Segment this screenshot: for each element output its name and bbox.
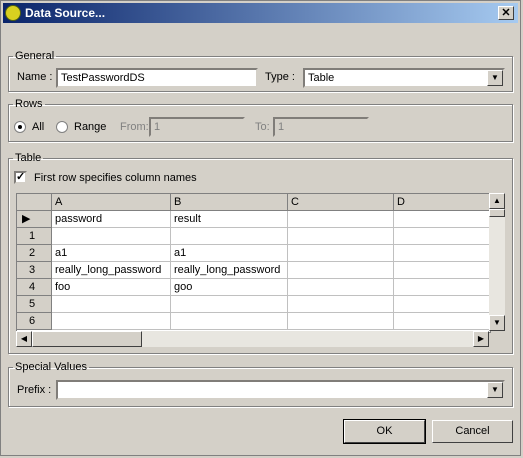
grid-cell[interactable]: a1 [171,245,288,262]
all-radio-label: All [32,121,45,133]
close-icon: ✕ [501,7,511,19]
horizontal-scroll-thumb[interactable] [32,331,142,347]
from-label: From: [120,121,149,133]
grid-cell[interactable] [394,313,490,330]
grid-cell[interactable] [288,228,394,245]
range-radio-label: Range [74,121,107,133]
all-radio[interactable] [14,121,26,133]
name-field[interactable]: TestPasswordDS [56,68,258,88]
grid-cell[interactable]: result [171,211,288,228]
grid-cell[interactable] [394,211,490,228]
scroll-down-icon[interactable]: ▼ [489,315,505,331]
data-source-dialog: Data Source... ✕ General Name : TestPass… [0,0,521,456]
row-header[interactable]: 3 [17,262,52,279]
rows-group: Rows [8,98,513,142]
row-header[interactable]: 5 [17,296,52,313]
cancel-button-label: Cancel [455,425,490,437]
type-label: Type : [265,71,295,83]
window-title: Data Source... [25,6,106,20]
grid-cell[interactable] [288,211,394,228]
grid-cell[interactable] [52,228,171,245]
grid-cell[interactable]: a1 [52,245,171,262]
range-radio[interactable] [56,121,68,133]
table-legend: Table [15,152,42,164]
general-legend: General [15,50,55,62]
grid-cell[interactable]: goo [171,279,288,296]
grid-cell[interactable] [394,228,490,245]
grid-cell[interactable] [171,296,288,313]
grid-cell[interactable] [288,262,394,279]
grid-cell[interactable] [171,228,288,245]
column-header[interactable]: D [394,194,490,211]
app-icon [5,5,21,21]
chevron-down-icon[interactable]: ▼ [487,70,503,86]
grid-cell[interactable]: really_long_password [52,262,171,279]
ok-button-label: OK [376,425,393,437]
grid-cell[interactable] [394,262,490,279]
first-row-label: First row specifies column names [34,172,197,184]
row-header[interactable]: 1 [17,228,52,245]
grid-cell[interactable]: really_long_password [171,262,288,279]
chevron-down-icon[interactable]: ▼ [487,382,503,398]
grid-cell[interactable] [288,245,394,262]
to-field[interactable]: 1 [273,117,369,137]
title-bar[interactable]: Data Source... ✕ [3,3,518,23]
row-header[interactable]: ▶ [17,211,52,228]
grid-cell[interactable] [288,313,394,330]
column-header[interactable]: A [52,194,171,211]
type-select[interactable]: Table ▼ [303,68,505,88]
scroll-up-icon[interactable]: ▲ [489,193,505,209]
type-select-value: Table [308,72,335,84]
grid-corner [17,194,52,211]
row-header[interactable]: 6 [17,313,52,330]
grid-cell[interactable] [52,313,171,330]
name-label: Name : [17,71,53,83]
first-row-checkbox[interactable]: ✓ [14,171,27,184]
from-field[interactable]: 1 [149,117,245,137]
ok-button[interactable]: OK [343,419,426,444]
column-header[interactable]: B [171,194,288,211]
grid-cell[interactable] [288,279,394,296]
horizontal-scrollbar[interactable]: ◀ ▶ [16,331,489,347]
column-header[interactable]: C [288,194,394,211]
grid-cell[interactable] [394,245,490,262]
special-values-legend: Special Values [15,361,87,373]
grid-cell[interactable] [394,296,490,313]
data-grid: A B C D ▶ password result 1 2 a1 a1 3 re… [16,193,491,333]
close-button[interactable]: ✕ [498,6,514,20]
grid-cell[interactable]: foo [52,279,171,296]
grid-cell[interactable] [52,296,171,313]
row-header[interactable]: 4 [17,279,52,296]
rows-legend: Rows [15,98,43,110]
scroll-right-icon[interactable]: ▶ [473,331,489,347]
grid-cell[interactable] [394,279,490,296]
cancel-button[interactable]: Cancel [432,420,513,443]
prefix-label: Prefix : [17,384,52,396]
current-row-arrow-icon: ▶ [22,213,31,225]
grid-cell[interactable] [288,296,394,313]
prefix-select[interactable]: ▼ [56,380,505,400]
vertical-scroll-thumb[interactable] [489,209,505,217]
grid-cell[interactable] [171,313,288,330]
scroll-left-icon[interactable]: ◀ [16,331,32,347]
grid-cell[interactable]: password [52,211,171,228]
row-header[interactable]: 2 [17,245,52,262]
to-label: To: [255,121,270,133]
vertical-scrollbar[interactable]: ▲ ▼ [489,193,505,331]
